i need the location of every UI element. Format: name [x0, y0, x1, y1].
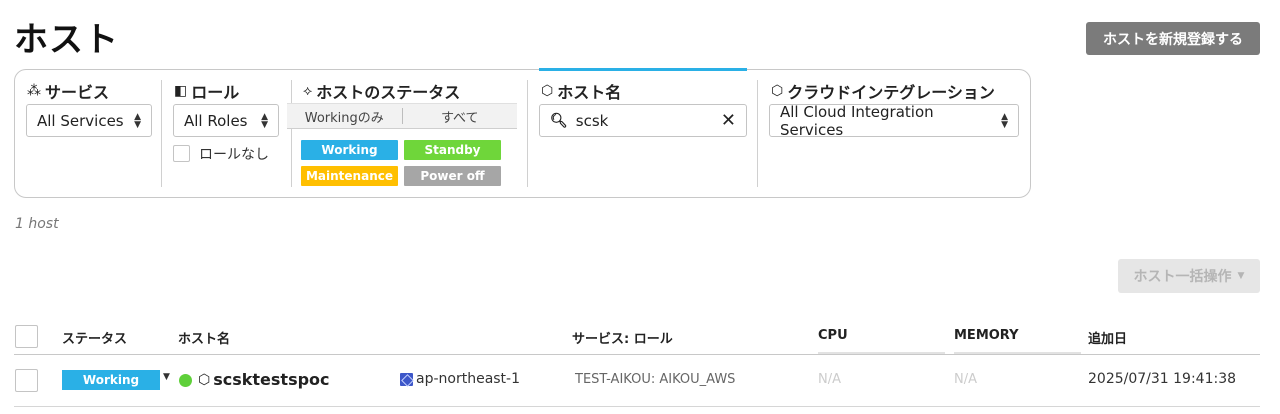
role-icon: ◧ [174, 83, 188, 99]
segment-all[interactable]: すべて [403, 107, 518, 126]
role-filter-label: ◧ ロール [174, 83, 240, 102]
header-cpu[interactable]: CPU [818, 328, 848, 343]
header-service-role[interactable]: サービス: ロール [572, 328, 673, 347]
cloud-icon: ⬡ [771, 83, 784, 99]
select-arrows-icon: ▲ ▼ [1001, 111, 1008, 130]
host-name-filter-label: ⬡ ホスト名 [541, 83, 622, 102]
status-tag-working[interactable]: Working [301, 140, 398, 160]
service-select[interactable]: All Services ▲ ▼ [26, 104, 152, 137]
header-host-name[interactable]: ホスト名 [178, 328, 230, 347]
filter-divider [527, 80, 528, 187]
row-divider [14, 406, 1260, 407]
no-role-label: ロールなし [199, 147, 269, 163]
services-icon: ⁂ [27, 83, 41, 99]
status-dot-icon [179, 374, 192, 387]
role-select[interactable]: All Roles ▲ ▼ [173, 104, 279, 137]
status-tag-maintenance[interactable]: Maintenance [301, 166, 398, 186]
header-added[interactable]: 追加日 [1088, 328, 1127, 347]
filter-divider [757, 80, 758, 187]
row-memory: N/A [954, 372, 977, 387]
search-icon: 🔍︎ [550, 112, 568, 129]
bulk-operation-button[interactable]: ホスト一括操作 ▼ [1118, 259, 1260, 293]
status-segment-control: Workingのみ すべて [287, 103, 517, 129]
caret-down-icon[interactable]: ▼ [163, 372, 170, 382]
row-cpu: N/A [818, 372, 841, 387]
status-filter-label: ⟡ ホストのステータス [303, 83, 461, 102]
status-tag-power-off[interactable]: Power off [404, 166, 501, 186]
select-all-checkbox[interactable] [15, 325, 38, 348]
clear-icon[interactable]: ✕ [721, 110, 736, 131]
row-service-role[interactable]: TEST-AIKOU: AIKOU_AWS [575, 372, 735, 387]
row-checkbox[interactable] [15, 369, 38, 392]
select-arrows-icon: ▲ ▼ [134, 111, 141, 130]
caret-down-icon: ▼ [1237, 271, 1245, 281]
host-name-active-indicator [539, 68, 747, 71]
cloud-select[interactable]: All Cloud Integration Services ▲ ▼ [769, 103, 1019, 139]
header-divider [14, 354, 1260, 355]
register-host-button[interactable]: ホストを新規登録する [1086, 22, 1260, 55]
header-status[interactable]: ステータス [62, 328, 127, 347]
segment-working-only[interactable]: Workingのみ [287, 107, 402, 126]
row-host-name[interactable]: ⬡ scsktestspoc [198, 370, 330, 389]
status-tag-standby[interactable]: Standby [404, 140, 501, 160]
filter-divider [161, 80, 162, 187]
host-icon: ⬡ [198, 371, 211, 388]
row-region: ap-northeast-1 [400, 371, 520, 387]
row-status-badge[interactable]: Working [62, 370, 160, 390]
cloud-filter-label: ⬡ クラウドインテグレーション [771, 83, 995, 102]
status-icon: ⟡ [303, 83, 313, 99]
filter-divider [291, 80, 292, 187]
aws-region-icon [400, 372, 413, 386]
row-added-date: 2025/07/31 19:41:38 [1088, 371, 1237, 387]
page-title: ホスト [14, 20, 119, 60]
host-icon: ⬡ [541, 83, 554, 99]
service-filter-label: ⁂ サービス [27, 83, 110, 102]
header-memory[interactable]: MEMORY [954, 328, 1019, 343]
select-arrows-icon: ▲ ▼ [261, 111, 268, 130]
filter-panel: ⁂ サービス All Services ▲ ▼ ◧ ロール All Roles ▲… [14, 69, 1031, 198]
no-role-checkbox[interactable] [173, 145, 190, 162]
host-name-search-input[interactable]: 🔍︎ scsk ✕ [539, 104, 747, 137]
host-count: 1 host [15, 216, 59, 232]
